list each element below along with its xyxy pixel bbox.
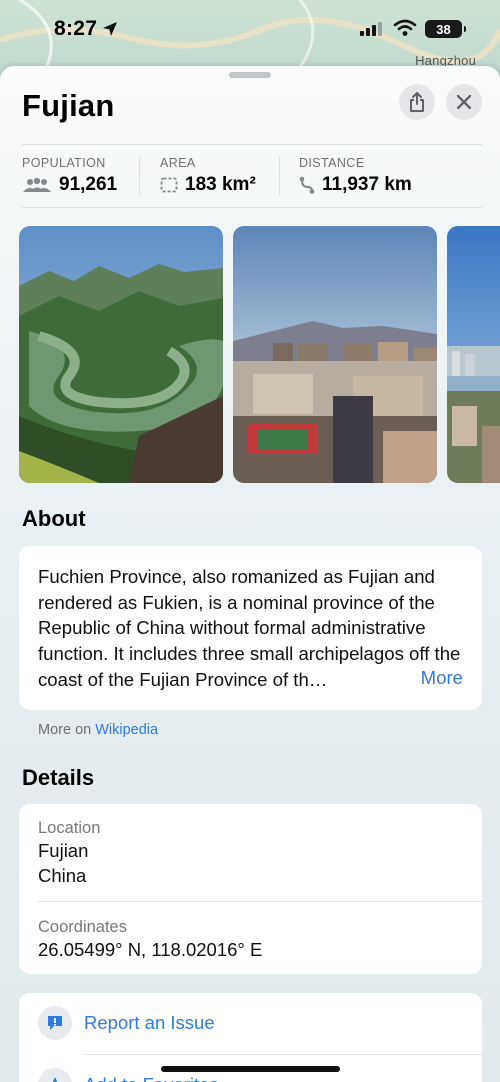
wikipedia-source: More on Wikipedia — [38, 722, 158, 738]
cellular-signal-icon — [360, 22, 382, 36]
route-icon — [299, 176, 315, 194]
people-icon — [23, 177, 51, 192]
share-icon — [410, 92, 424, 112]
stat-area: AREA 183 km² — [160, 156, 256, 196]
status-time: 8:27 — [54, 17, 98, 40]
divider — [279, 156, 280, 196]
battery-indicator: 38 — [425, 20, 466, 38]
action-label: Report an Issue — [84, 1012, 215, 1033]
add-favorite-icon — [38, 1068, 72, 1082]
location-value-line2: China — [38, 865, 87, 886]
wikipedia-link[interactable]: Wikipedia — [95, 722, 158, 738]
source-prefix: More on — [38, 722, 92, 738]
share-button[interactable] — [399, 84, 435, 120]
report-issue-icon — [38, 1006, 72, 1040]
sheet-grabber[interactable] — [229, 72, 271, 78]
location-value-line1: Fujian — [38, 840, 89, 861]
area-icon — [160, 177, 178, 193]
stat-label: AREA — [160, 156, 196, 170]
status-bar: 8:27 38 — [0, 0, 500, 58]
home-indicator[interactable] — [161, 1066, 340, 1072]
stat-distance: DISTANCE 11,937 km — [299, 156, 412, 196]
divider — [139, 156, 140, 196]
waterfront-city-photo[interactable] — [447, 226, 500, 483]
details-heading: Details — [22, 765, 95, 790]
about-heading: About — [22, 506, 86, 531]
place-sheet: Fujian POPULATION 91,261 AREA 183 km² DI… — [0, 66, 500, 1082]
coordinates-label: Coordinates — [38, 918, 127, 936]
river-valley-photo[interactable] — [19, 226, 223, 483]
close-button[interactable] — [446, 84, 482, 120]
wifi-icon — [393, 19, 417, 36]
stat-label: DISTANCE — [299, 156, 365, 170]
about-card[interactable]: Fuchien Province, also romanized as Fuji… — [19, 546, 482, 710]
place-title: Fujian — [22, 88, 115, 123]
stat-value: 91,261 — [59, 174, 118, 195]
city-skyline-photo[interactable] — [233, 226, 437, 483]
about-text: Fuchien Province, also romanized as Fuji… — [38, 566, 461, 690]
action-label: Add to Favorites — [84, 1074, 219, 1082]
report-issue-button[interactable]: Report an Issue — [19, 993, 482, 1055]
stat-value: 11,937 km — [322, 174, 412, 195]
divider — [38, 901, 482, 902]
stat-label: POPULATION — [22, 156, 106, 170]
divider — [22, 207, 482, 208]
details-card: Location Fujian China Coordinates 26.054… — [19, 804, 482, 974]
stat-value: 183 km² — [185, 174, 256, 195]
location-arrow-icon — [103, 22, 117, 36]
location-label: Location — [38, 819, 101, 837]
divider — [22, 144, 482, 145]
battery-level: 38 — [436, 21, 451, 37]
close-icon — [457, 95, 471, 109]
more-button[interactable]: More — [421, 667, 463, 689]
coordinates-value[interactable]: 26.05499° N, 118.02016° E — [38, 939, 262, 961]
stat-population: POPULATION 91,261 — [22, 156, 117, 196]
